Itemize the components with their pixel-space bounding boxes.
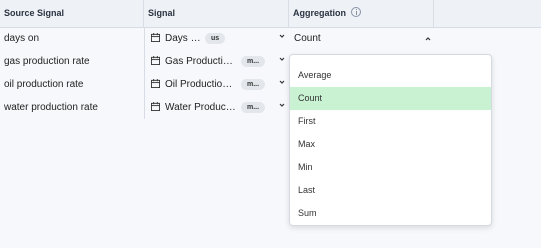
column-header-signal: Signal (144, 0, 289, 27)
table-header: Source Signal Signal Aggregation (0, 0, 541, 28)
source-signal-label: days on (4, 33, 40, 44)
chevron-down-icon (279, 103, 285, 107)
menu-option-sum[interactable]: Sum (290, 202, 491, 225)
calendar-icon (151, 33, 160, 42)
column-header-source-signal: Source Signal (0, 0, 144, 27)
aggregation-value[interactable]: Count (294, 33, 321, 44)
unit-badge: m... (241, 56, 266, 67)
signal-name: Water Producti... (165, 102, 237, 113)
signal-name: Oil Production ... (165, 79, 237, 90)
calendar-icon (151, 102, 160, 111)
signal-name: Gas Production... (165, 56, 237, 67)
aggregation-dropdown-menu: Average Count First Max Min Last Sum (289, 54, 492, 226)
source-signal-label: oil production rate (4, 79, 84, 90)
signal-select[interactable]: Days On us (149, 30, 286, 47)
signal-select[interactable]: Gas Production... m... (149, 53, 286, 70)
unit-badge: m... (241, 79, 266, 90)
menu-option-count[interactable]: Count (290, 87, 491, 110)
chevron-down-icon (279, 34, 285, 38)
unit-badge: us (205, 33, 226, 44)
signal-name: Days On (165, 33, 201, 44)
source-signal-label: gas production rate (4, 56, 90, 67)
unit-badge: m... (241, 102, 266, 113)
menu-option-last[interactable]: Last (290, 179, 491, 202)
menu-option-average[interactable]: Average (290, 64, 491, 87)
info-icon[interactable] (351, 7, 361, 17)
signal-select[interactable]: Oil Production ... m... (149, 76, 286, 93)
column-divider (144, 27, 145, 50)
menu-option-max[interactable]: Max (290, 133, 491, 156)
source-signal-label: water production rate (4, 102, 98, 113)
calendar-icon (151, 79, 160, 88)
column-divider (144, 73, 145, 96)
column-header-aggregation: Aggregation (289, 0, 434, 27)
signal-mapping-table: Source Signal Signal Aggregation days on… (0, 0, 541, 248)
chevron-down-icon (279, 57, 285, 61)
column-divider (144, 96, 145, 119)
menu-option-first[interactable]: First (290, 110, 491, 133)
column-divider (144, 50, 145, 73)
calendar-icon (151, 56, 160, 65)
chevron-down-icon (279, 80, 285, 84)
chevron-up-icon[interactable] (425, 36, 431, 42)
signal-select[interactable]: Water Producti... m... (149, 99, 286, 116)
table-row: days on Days On us Count (0, 27, 541, 50)
menu-option-min[interactable]: Min (290, 156, 491, 179)
